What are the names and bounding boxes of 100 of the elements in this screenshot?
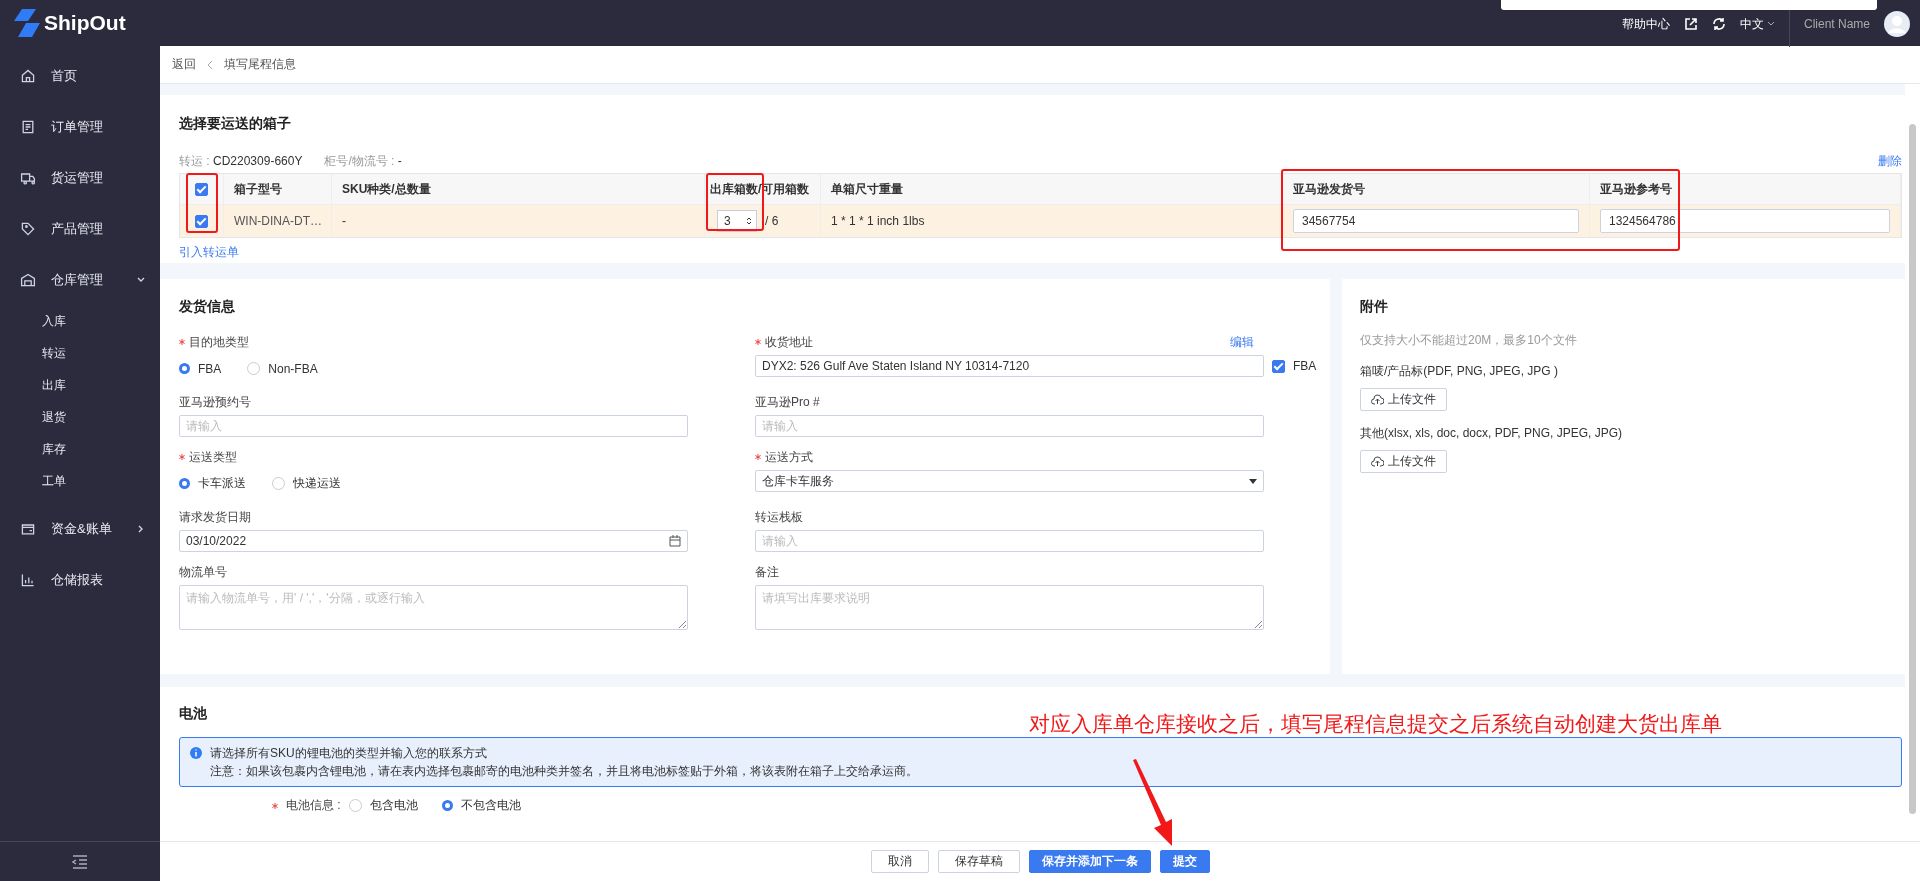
attachment-label: 其他(xlsx, xls, doc, docx, PDF, PNG, JPEG, JPG) <box>1360 425 1624 442</box>
date-field[interactable]: 03/10/2022 <box>179 530 688 552</box>
checkbox[interactable] <box>195 182 208 196</box>
sidebar-item[interactable]: 仓储报表 <box>0 554 160 605</box>
cloud-upload-icon <box>1371 456 1384 467</box>
sidebar-item-label: 首页 <box>51 66 77 85</box>
notice-title: 请选择所有SKU的锂电池的类型并输入您的联系方式 <box>210 745 488 762</box>
resize-grip-icon[interactable] <box>1255 621 1262 628</box>
sidebar-item[interactable]: 首页 <box>0 50 160 101</box>
available-count: / 6 <box>765 214 779 228</box>
field-label: 运送方式 <box>765 448 813 466</box>
import-transfer-link[interactable]: 引入转运单 <box>179 244 239 261</box>
select-field[interactable]: 仓库卡车服务 <box>755 470 1264 492</box>
radio-label: 不包含电池 <box>460 797 521 814</box>
chevron-left-icon <box>206 59 214 70</box>
radio-button[interactable] <box>179 478 190 489</box>
field-label: 亚马逊预约号 <box>179 393 251 411</box>
field-label: 请求发货日期 <box>179 508 251 526</box>
refresh-icon[interactable] <box>1711 17 1726 31</box>
field-label: 电池信息 : <box>286 797 341 814</box>
checkbox[interactable] <box>195 214 208 228</box>
menu-item-icon <box>20 220 36 237</box>
upload-hint: 仅支持大小不能超过20M，最多10个文件 <box>1360 332 1578 349</box>
attachment-label: 箱唛/产品标(PDF, PNG, JPEG, JPG ) <box>1360 363 1560 380</box>
radio-label: 卡车派送 <box>198 475 246 492</box>
menu-item-icon <box>20 271 36 288</box>
input-field[interactable]: 1324564786 <box>1600 209 1890 233</box>
primary-button[interactable]: 提交 <box>1159 850 1210 873</box>
language-dropdown[interactable]: 中文 <box>1739 15 1775 33</box>
input-field[interactable]: 34567754 <box>1293 209 1579 233</box>
stepper-arrows-icon[interactable] <box>746 216 752 226</box>
table-cell: - <box>332 205 705 237</box>
caret-down-icon <box>1249 478 1257 484</box>
section-title: 附件 <box>1360 298 1389 316</box>
sidebar-subitem[interactable]: 工单 <box>0 465 160 497</box>
sidebar-item-label: 仓储报表 <box>51 570 103 589</box>
checkbox[interactable] <box>1272 359 1285 373</box>
edit-link[interactable]: 编辑 <box>1230 333 1254 351</box>
sidebar-item[interactable]: 订单管理 <box>0 101 160 152</box>
menu-item-icon <box>20 571 36 588</box>
sidebar-subitem[interactable]: 转运 <box>0 337 160 369</box>
sidebar-subitem[interactable]: 库存 <box>0 433 160 465</box>
help-center-link[interactable]: 帮助中心 <box>1621 15 1670 33</box>
field-label: 收货地址 <box>765 333 813 351</box>
sidebar-item-label: 产品管理 <box>51 219 103 238</box>
checkbox-label: FBA <box>1293 359 1317 373</box>
table-cell: WIN-DINA-DT… <box>224 205 332 237</box>
primary-button[interactable]: 保存并添加下一条 <box>1028 850 1151 873</box>
breadcrumb-current: 填写尾程信息 <box>224 56 296 73</box>
avatar-icon[interactable] <box>1884 11 1910 37</box>
sidebar-item[interactable]: 资金&账单 <box>0 503 160 554</box>
cloud-upload-icon <box>1371 394 1384 405</box>
collapse-menu-icon[interactable] <box>72 854 88 869</box>
sidebar-item[interactable]: 仓库管理 <box>0 254 160 305</box>
user-name[interactable]: Client Name <box>1803 17 1870 31</box>
sidebar-item-label: 订单管理 <box>51 117 103 136</box>
calendar-icon <box>669 535 681 547</box>
section-title: 选择要运送的箱子 <box>179 115 292 133</box>
menu-item-icon <box>20 67 36 84</box>
radio-label: FBA <box>198 361 222 376</box>
upload-button[interactable]: 上传文件 <box>1360 450 1447 473</box>
field-label: 备注 <box>755 563 779 581</box>
container-info: 柜号/物流号 : - <box>324 153 402 170</box>
radio-button[interactable] <box>179 363 190 374</box>
section-title: 发货信息 <box>179 298 236 316</box>
quantity-field[interactable]: 3 <box>717 210 757 232</box>
scrollbar[interactable] <box>1905 84 1920 841</box>
radio-label: 快递运送 <box>293 475 341 492</box>
highlight-frame <box>186 173 218 233</box>
secondary-button[interactable]: 取消 <box>870 850 929 873</box>
sidebar-item-label: 货运管理 <box>51 168 103 187</box>
logo-icon <box>14 9 40 37</box>
field-label: 转运栈板 <box>755 508 803 526</box>
sidebar-subitem[interactable]: 退货 <box>0 401 160 433</box>
transfer-info: 转运 : CD220309-660Y <box>179 153 303 170</box>
radio-button[interactable] <box>348 799 362 812</box>
sidebar-item[interactable]: 产品管理 <box>0 203 160 254</box>
info-icon <box>190 747 202 759</box>
menu-item-icon <box>20 118 36 135</box>
address-field[interactable]: DYX2: 526 Gulf Ave Staten Island NY 10314-7120 <box>755 355 1264 377</box>
field-label: 亚马逊Pro # <box>755 393 820 411</box>
upload-button[interactable]: 上传文件 <box>1360 388 1447 411</box>
sidebar-subitem[interactable]: 入库 <box>0 305 160 337</box>
radio-button[interactable] <box>247 362 261 375</box>
radio-button[interactable] <box>441 800 453 811</box>
back-link[interactable]: 返回 <box>172 56 196 73</box>
share-icon[interactable] <box>1683 17 1698 31</box>
field-label: 物流单号 <box>179 563 227 581</box>
sidebar-item-label: 仓库管理 <box>51 270 103 289</box>
resize-grip-icon[interactable] <box>679 621 686 628</box>
secondary-button[interactable]: 保存草稿 <box>937 850 1020 873</box>
sidebar-subitem[interactable]: 出库 <box>0 369 160 401</box>
field-label: 运送类型 <box>189 448 237 466</box>
radio-button[interactable] <box>272 477 285 490</box>
notice-text: 注意：如果该包裹内含锂电池，请在表内选择包裹邮寄的电池种类并签名，并且将电池标签贴于外箱，将该表附在箱子上交给承运商。 <box>210 763 918 780</box>
delete-link[interactable]: 删除 <box>1878 153 1902 170</box>
field-label: 目的地类型 <box>189 333 249 351</box>
table-cell: 1 * 1 * 1 inch 1lbs <box>821 205 1283 237</box>
annotation-text: 对应入库单仓库接收之后，填写尾程信息提交之后系统自动创建大货出库单 <box>1029 711 1722 737</box>
sidebar-item[interactable]: 货运管理 <box>0 152 160 203</box>
